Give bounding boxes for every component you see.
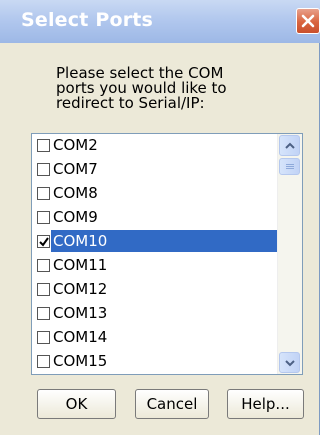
ok-button[interactable]: OK bbox=[37, 389, 116, 419]
chevron-down-icon bbox=[285, 360, 295, 367]
port-checkbox[interactable] bbox=[37, 307, 50, 320]
chevron-up-icon bbox=[285, 142, 295, 149]
port-label: COM13 bbox=[53, 304, 108, 322]
close-icon bbox=[301, 14, 315, 28]
port-list-item[interactable]: COM7 bbox=[32, 158, 277, 182]
port-label: COM14 bbox=[53, 328, 108, 346]
select-ports-dialog: Select Ports Please select the COM ports… bbox=[0, 0, 320, 435]
help-button[interactable]: Help... bbox=[227, 389, 304, 419]
port-listbox[interactable]: COM2 COM7 COM8 COM9 COM10 COM11 COM12 COM13 COM1… bbox=[31, 133, 303, 375]
port-list-item[interactable]: COM2 bbox=[32, 134, 277, 158]
port-checkbox[interactable] bbox=[37, 163, 50, 176]
close-button[interactable] bbox=[296, 8, 320, 34]
vertical-scrollbar[interactable] bbox=[277, 134, 302, 374]
port-checkbox[interactable] bbox=[37, 187, 50, 200]
port-list-item[interactable]: COM10 bbox=[32, 230, 277, 254]
port-label: COM7 bbox=[53, 160, 98, 178]
port-label: COM12 bbox=[53, 280, 108, 298]
checkmark-icon bbox=[39, 237, 49, 247]
port-list-item[interactable]: COM15 bbox=[32, 350, 277, 374]
port-label: COM8 bbox=[53, 184, 98, 202]
window-title: Select Ports bbox=[21, 9, 154, 31]
port-list: COM2 COM7 COM8 COM9 COM10 COM11 COM12 COM13 COM1… bbox=[32, 134, 277, 374]
port-list-item[interactable]: COM8 bbox=[32, 182, 277, 206]
port-checkbox[interactable] bbox=[37, 139, 50, 152]
port-list-item[interactable]: COM13 bbox=[32, 302, 277, 326]
port-checkbox[interactable] bbox=[37, 211, 50, 224]
port-label: COM2 bbox=[53, 136, 98, 154]
scroll-up-button[interactable] bbox=[279, 135, 300, 156]
instruction-text: Please select the COM ports you would li… bbox=[56, 64, 227, 112]
cancel-button[interactable]: Cancel bbox=[135, 389, 209, 419]
port-list-item[interactable]: COM11 bbox=[32, 254, 277, 278]
port-checkbox[interactable] bbox=[37, 283, 50, 296]
port-list-item[interactable]: COM9 bbox=[32, 206, 277, 230]
port-checkbox[interactable] bbox=[37, 259, 50, 272]
port-label: COM11 bbox=[53, 256, 108, 274]
port-checkbox[interactable] bbox=[37, 235, 50, 248]
scroll-down-button[interactable] bbox=[279, 352, 300, 373]
port-checkbox[interactable] bbox=[37, 355, 50, 368]
title-bar[interactable]: Select Ports bbox=[0, 0, 320, 43]
port-checkbox[interactable] bbox=[37, 331, 50, 344]
port-list-item[interactable]: COM12 bbox=[32, 278, 277, 302]
port-list-item[interactable]: COM14 bbox=[32, 326, 277, 350]
scroll-thumb[interactable] bbox=[279, 158, 300, 175]
port-label: COM10 bbox=[51, 230, 277, 252]
port-label: COM15 bbox=[53, 352, 108, 370]
port-label: COM9 bbox=[53, 208, 98, 226]
